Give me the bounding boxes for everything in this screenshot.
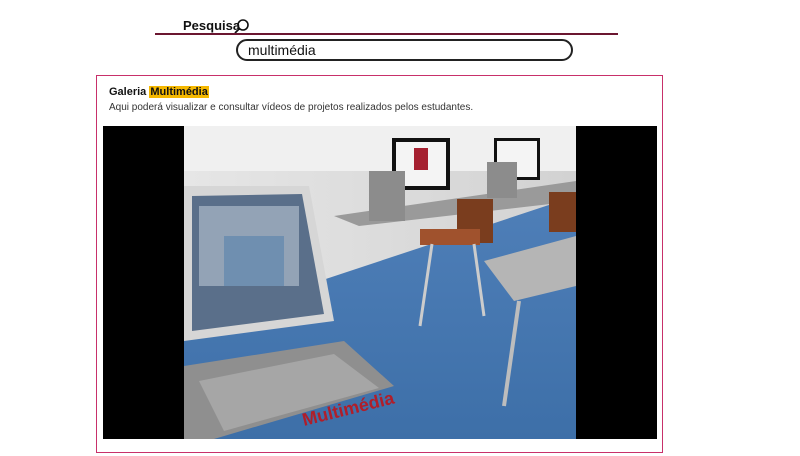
header-divider [155,33,618,35]
gallery-description: Aqui poderá visualizar e consultar vídeo… [109,102,474,113]
gallery-title-prefix: Galeria [109,86,147,98]
search-label: Pesquisa [183,18,241,33]
search-input[interactable] [236,39,573,61]
gallery-panel: Galeria Multimédia Aqui poderá visualiza… [96,75,663,453]
gallery-title-highlight: Multimédia [149,86,209,98]
video-frame: Multimédia [184,126,576,439]
gallery-title: Galeria Multimédia [109,86,209,98]
video-player[interactable]: Multimédia [103,126,657,439]
